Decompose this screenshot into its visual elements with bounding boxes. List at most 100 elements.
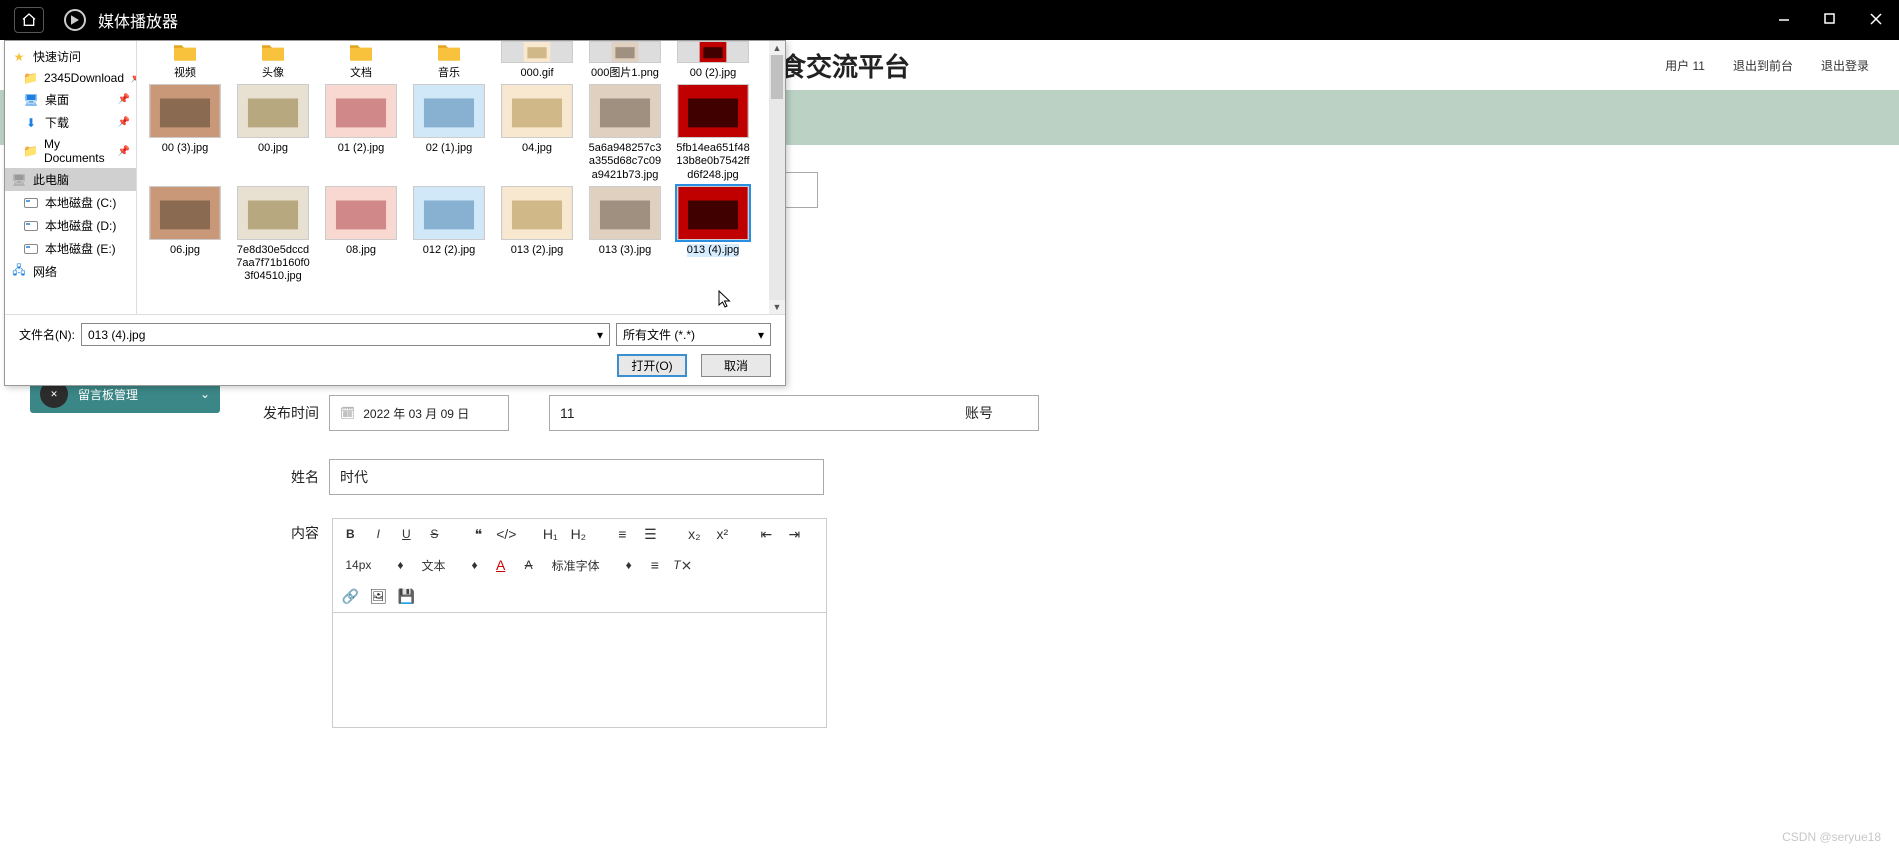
file-item[interactable]: 00 (3).jpg: [147, 84, 223, 182]
indent-button[interactable]: ⇥: [785, 525, 803, 543]
file-item[interactable]: 音乐: [411, 41, 487, 80]
content-label: 内容: [263, 523, 319, 543]
italic-button[interactable]: I: [369, 525, 387, 543]
file-item[interactable]: 头像: [235, 41, 311, 80]
sub-button[interactable]: x₂: [685, 525, 703, 543]
bg-color-button[interactable]: A: [520, 556, 538, 574]
text-menu-select[interactable]: 文本♦: [418, 557, 482, 574]
name-input[interactable]: [329, 459, 824, 495]
home-button[interactable]: [14, 7, 44, 33]
file-item[interactable]: 013 (3).jpg: [587, 186, 663, 284]
sidebar-quick-access[interactable]: ★快速访问: [5, 45, 136, 68]
file-dialog-sidebar: ★快速访问 📁2345Download📌 🖥桌面📌 ⬇下载📌 📁My Docum…: [5, 41, 137, 314]
play-icon: [64, 9, 86, 31]
file-item[interactable]: 000.gif: [499, 41, 575, 80]
sidebar-mydocs[interactable]: 📁My Documents📌: [5, 134, 136, 168]
scroll-up-button[interactable]: ▲: [769, 41, 785, 55]
file-item[interactable]: 视频: [147, 41, 223, 80]
sidebar-card-bg: [30, 413, 220, 443]
form-area: 发布时间 🗓 2022 年 03 月 09 日 账号 姓名 内容 B I U S…: [263, 395, 1839, 728]
name-label: 姓名: [263, 467, 319, 487]
file-item[interactable]: 7e8d30e5dccd7aa7f71b160f03f04510.jpg: [235, 186, 311, 284]
quote-button[interactable]: ❝: [469, 525, 487, 543]
sidebar-downloads[interactable]: ⬇下载📌: [5, 111, 136, 134]
image-button[interactable]: 🖼: [369, 587, 387, 605]
bold-button[interactable]: B: [341, 525, 359, 543]
minimize-button[interactable]: [1777, 12, 1793, 28]
filename-input[interactable]: 013 (4).jpg▾: [81, 323, 610, 346]
editor-toolbar-2: 14px♦ 文本♦ A A 标准字体♦ ≡ T⨯: [333, 550, 826, 581]
ol-button[interactable]: ≡: [613, 525, 631, 543]
sidebar-drive-d[interactable]: 本地磁盘 (D:): [5, 214, 136, 237]
sup-button[interactable]: x²: [713, 525, 731, 543]
scroll-down-button[interactable]: ▼: [769, 300, 785, 314]
editor-content[interactable]: [333, 612, 826, 727]
filter-select[interactable]: 所有文件 (*.*)▾: [616, 323, 771, 346]
sidebar-item-label: 留言板管理: [78, 386, 138, 403]
font-size-select[interactable]: 14px♦: [341, 558, 407, 572]
file-item[interactable]: 5a6a948257c3a355d68c7c09a9421b73.jpg: [587, 84, 663, 182]
open-button[interactable]: 打开(O): [617, 354, 687, 377]
link-button[interactable]: 🔗: [341, 587, 359, 605]
sidebar-this-pc[interactable]: 🖥此电脑: [5, 168, 136, 191]
editor-toolbar-3: 🔗 🖼 💾: [333, 581, 826, 612]
file-item[interactable]: 04.jpg: [499, 84, 575, 182]
code-button[interactable]: </>: [497, 525, 515, 543]
app-title: 媒体播放器: [98, 8, 178, 32]
file-item[interactable]: 00.jpg: [235, 84, 311, 182]
calendar-icon: 🗓: [340, 406, 355, 420]
cancel-button[interactable]: 取消: [701, 354, 771, 377]
titlebar: 媒体播放器: [0, 0, 1899, 40]
h1-button[interactable]: H₁: [541, 525, 559, 543]
file-item[interactable]: 02 (1).jpg: [411, 84, 487, 182]
file-item[interactable]: 000图片1.png: [587, 41, 663, 80]
publish-date-value: 2022 年 03 月 09 日: [363, 405, 469, 422]
align-button[interactable]: ≡: [646, 556, 664, 574]
maximize-button[interactable]: [1823, 12, 1839, 28]
file-item[interactable]: 013 (4).jpg: [675, 186, 751, 284]
strike-button[interactable]: S: [425, 525, 443, 543]
ul-button[interactable]: ☰: [641, 525, 659, 543]
sidebar-2345download[interactable]: 📁2345Download📌: [5, 68, 136, 88]
file-item[interactable]: 012 (2).jpg: [411, 186, 487, 284]
file-item[interactable]: 5fb14ea651f4813b8e0b7542ffd6f248.jpg: [675, 84, 751, 182]
outdent-button[interactable]: ⇤: [757, 525, 775, 543]
file-grid: 视频头像文档音乐 000.gif 000图片1.png 00 (2).jpg 00 (3…: [137, 41, 785, 314]
publish-date-input[interactable]: 🗓 2022 年 03 月 09 日: [329, 395, 509, 431]
scrollbar[interactable]: ▲ ▼: [769, 41, 785, 314]
sidebar-desktop[interactable]: 🖥桌面📌: [5, 88, 136, 111]
h2-button[interactable]: H₂: [569, 525, 587, 543]
clear-format-button[interactable]: T⨯: [674, 556, 692, 574]
close-button[interactable]: [1869, 12, 1885, 28]
logout-front-link[interactable]: 退出到前台: [1733, 57, 1793, 74]
file-item[interactable]: 06.jpg: [147, 186, 223, 284]
file-dialog-footer: 文件名(N): 013 (4).jpg▾ 所有文件 (*.*)▾ 打开(O) 取…: [5, 314, 785, 385]
font-color-button[interactable]: A: [492, 556, 510, 574]
input-peek: [786, 172, 818, 208]
dropdown-icon[interactable]: ▾: [597, 328, 603, 342]
font-family-select[interactable]: 标准字体♦: [548, 557, 636, 574]
watermark: CSDN @seryue18: [1782, 830, 1881, 844]
file-dialog: ★快速访问 📁2345Download📌 🖥桌面📌 ⬇下载📌 📁My Docum…: [4, 40, 786, 386]
underline-button[interactable]: U: [397, 525, 415, 543]
file-item[interactable]: 文档: [323, 41, 399, 80]
rich-editor: B I U S ❝ </> H₁ H₂ ≡ ☰ x₂ x² ⇤ ⇥: [332, 518, 827, 728]
file-item[interactable]: 08.jpg: [323, 186, 399, 284]
editor-toolbar: B I U S ❝ </> H₁ H₂ ≡ ☰ x₂ x² ⇤ ⇥: [333, 519, 826, 550]
sidebar-drive-e[interactable]: 本地磁盘 (E:): [5, 237, 136, 260]
user-label[interactable]: 用户 11: [1665, 57, 1705, 74]
dropdown-icon[interactable]: ▾: [758, 328, 764, 342]
account-label: 账号: [943, 403, 993, 423]
filename-label: 文件名(N):: [19, 326, 75, 343]
page-title: 食交流平台: [780, 47, 910, 84]
sidebar-network[interactable]: 🖧网络: [5, 260, 136, 283]
save-button[interactable]: 💾: [397, 587, 415, 605]
sidebar-drive-c[interactable]: 本地磁盘 (C:): [5, 191, 136, 214]
file-item[interactable]: 00 (2).jpg: [675, 41, 751, 80]
file-item[interactable]: 013 (2).jpg: [499, 186, 575, 284]
publish-label: 发布时间: [263, 403, 319, 423]
file-item[interactable]: 01 (2).jpg: [323, 84, 399, 182]
scroll-thumb[interactable]: [771, 55, 783, 99]
scroll-track[interactable]: [769, 55, 785, 300]
logout-link[interactable]: 退出登录: [1821, 57, 1869, 74]
